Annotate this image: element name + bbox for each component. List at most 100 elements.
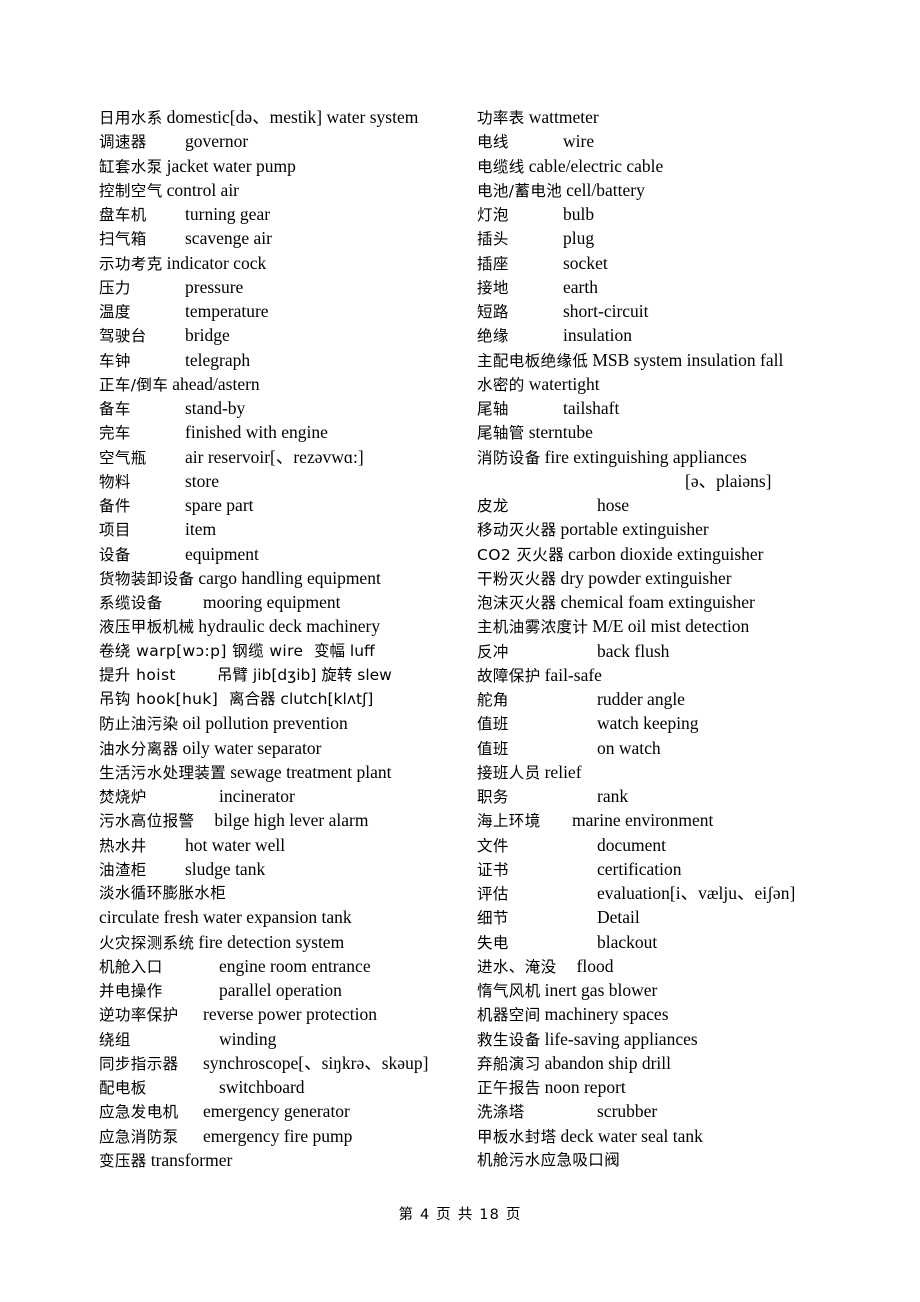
glossary-entry: 淡水循环膨胀水柜 (99, 881, 479, 905)
term-chinese: 水密的 (477, 375, 525, 394)
term-chinese: CO2 灭火器 (477, 545, 565, 564)
term-english: domestic[də、mestik] water system (166, 107, 419, 127)
term-english: scavenge air (185, 228, 272, 249)
term-chinese: 尾轴 (477, 400, 509, 418)
term-chinese: 证书 (477, 860, 509, 879)
term-english: plug (563, 228, 595, 249)
glossary-entry: 防止油污染 oil pollution prevention (99, 711, 479, 735)
glossary-entry: [ə、plaiəns] (477, 469, 877, 493)
glossary-entry: 物料 store (99, 469, 479, 493)
glossary-entry: 插头 plug (477, 226, 877, 250)
term-english: equipment (185, 543, 259, 564)
term-chinese: 惰气风机 (477, 982, 541, 1000)
term-chinese: 提升 hoist (99, 665, 176, 684)
glossary-entry: 插座 socket (477, 251, 877, 275)
term-chinese: 扫气箱 (99, 230, 147, 249)
term-english: rudder angle (597, 689, 685, 709)
glossary-entry: 职务 rank (477, 784, 877, 808)
term-chinese: 油渣柜 (99, 860, 147, 879)
term-chinese: 电池/蓄电池 (477, 181, 563, 200)
term-chinese: 灯泡 (477, 206, 509, 224)
term-english: fire extinguishing appliances (544, 446, 747, 467)
glossary-entry: 灯泡 bulb (477, 202, 877, 226)
term-english: earth (563, 276, 598, 297)
term-chinese: 移动灭火器 (477, 521, 557, 540)
term-chinese: 正车/倒车 (99, 375, 169, 394)
term-chinese: 油水分离器 (99, 739, 179, 758)
glossary-entry: 完车 finished with engine (99, 420, 479, 444)
term-english: rank (597, 786, 629, 806)
term-chinese: 火灾探测系统 (99, 933, 195, 952)
glossary-entry: 绝缘 insulation (477, 323, 877, 347)
term-english: cell/battery (566, 179, 645, 200)
term-english: circulate fresh water expansion tank (99, 907, 352, 928)
term-english: wire (563, 131, 595, 152)
term-english: 离合器 clutch[klʌtʃ] (229, 690, 374, 708)
term-english: jacket water pump (166, 155, 296, 176)
glossary-entry: 调速器 governor (99, 129, 479, 153)
term-chinese: 尾轴管 (477, 424, 525, 443)
glossary-entry: 驾驶台 bridge (99, 323, 479, 347)
term-english: wattmeter (528, 107, 599, 127)
glossary-entry: 配电板 switchboard (99, 1075, 479, 1099)
term-english: ahead/astern (172, 373, 260, 394)
term-chinese: 空气瓶 (99, 448, 147, 467)
glossary-entry: circulate fresh water expansion tank (99, 905, 479, 929)
term-english: sewage treatment plant (230, 761, 392, 782)
glossary-left-column: 日用水系 domestic[də、mestik] water system 调速器 g… (99, 105, 479, 1172)
term-english: bridge (185, 325, 230, 346)
term-chinese: 调速器 (99, 133, 147, 152)
term-chinese: 绝缘 (477, 327, 509, 346)
term-english: temperature (185, 301, 269, 321)
term-english: fire detection system (198, 931, 345, 952)
term-chinese: 干粉灭火器 (477, 569, 557, 588)
term-chinese: 车钟 (99, 351, 131, 370)
term-english: abandon ship drill (544, 1052, 671, 1073)
term-english: hydraulic deck machinery (198, 616, 381, 637)
term-chinese: 示功考克 (99, 254, 163, 273)
glossary-entry: 值班 watch keeping (477, 711, 877, 735)
term-chinese: 反冲 (477, 642, 509, 661)
term-english: certification (597, 858, 682, 879)
term-chinese: 应急发电机 (99, 1103, 179, 1122)
glossary-entry: 项目 item (99, 517, 479, 541)
glossary-entry: 失电 blackout (477, 930, 877, 954)
term-english: 吊臂 jib[dʒib] 旋转 slew (217, 665, 392, 684)
term-chinese: 并电操作 (99, 982, 163, 1000)
glossary-entry: 同步指示器 synchroscope[、siŋkrə、skəup] (99, 1051, 479, 1075)
term-chinese: 甲板水封塔 (477, 1127, 557, 1146)
term-chinese: 皮龙 (477, 497, 509, 515)
term-english: finished with engine (185, 422, 328, 443)
term-english: inert gas blower (544, 980, 658, 1000)
glossary-entry: 故障保护 fail-safe (477, 663, 877, 687)
glossary-entry: 卷绕 warp[wɔ:p] 钢缆 wire 变幅 luff (99, 639, 479, 663)
glossary-entry: 干粉灭火器 dry powder extinguisher (477, 566, 877, 590)
term-chinese: 海上环境 (477, 812, 541, 831)
term-english: store (185, 470, 220, 491)
term-english: watch keeping (597, 713, 699, 734)
term-english: blackout (597, 931, 658, 952)
glossary-entry: 甲板水封塔 deck water seal tank (477, 1124, 877, 1148)
term-english: document (597, 834, 667, 855)
glossary-entry: 尾轴管 sterntube (477, 420, 877, 444)
term-chinese: 机器空间 (477, 1006, 541, 1025)
glossary-entry: 油渣柜 sludge tank (99, 857, 479, 881)
term-chinese: 配电板 (99, 1079, 147, 1097)
glossary-entry: 救生设备 life-saving appliances (477, 1027, 877, 1051)
term-chinese: 设备 (99, 545, 131, 564)
term-chinese: 污水高位报警 (99, 812, 195, 831)
term-chinese: 电线 (477, 133, 509, 152)
term-chinese: 防止油污染 (99, 715, 179, 734)
term-english: socket (563, 252, 608, 273)
term-chinese: 淡水循环膨胀水柜 (99, 884, 227, 902)
term-english: synchroscope[、siŋkrə、skəup] (203, 1052, 429, 1073)
glossary-entry: 应急消防泵 emergency fire pump (99, 1124, 479, 1148)
term-english: chemical foam extinguisher (560, 592, 755, 612)
term-chinese: 逆功率保护 (99, 1006, 179, 1025)
term-chinese: 物料 (99, 472, 131, 491)
page-footer: 第 4 页 共 18 页 (398, 1207, 522, 1223)
term-chinese: 值班 (477, 739, 509, 758)
glossary-entry: 值班 on watch (477, 736, 877, 760)
term-english: engine room entrance (219, 955, 371, 976)
term-chinese: 评估 (477, 885, 509, 903)
